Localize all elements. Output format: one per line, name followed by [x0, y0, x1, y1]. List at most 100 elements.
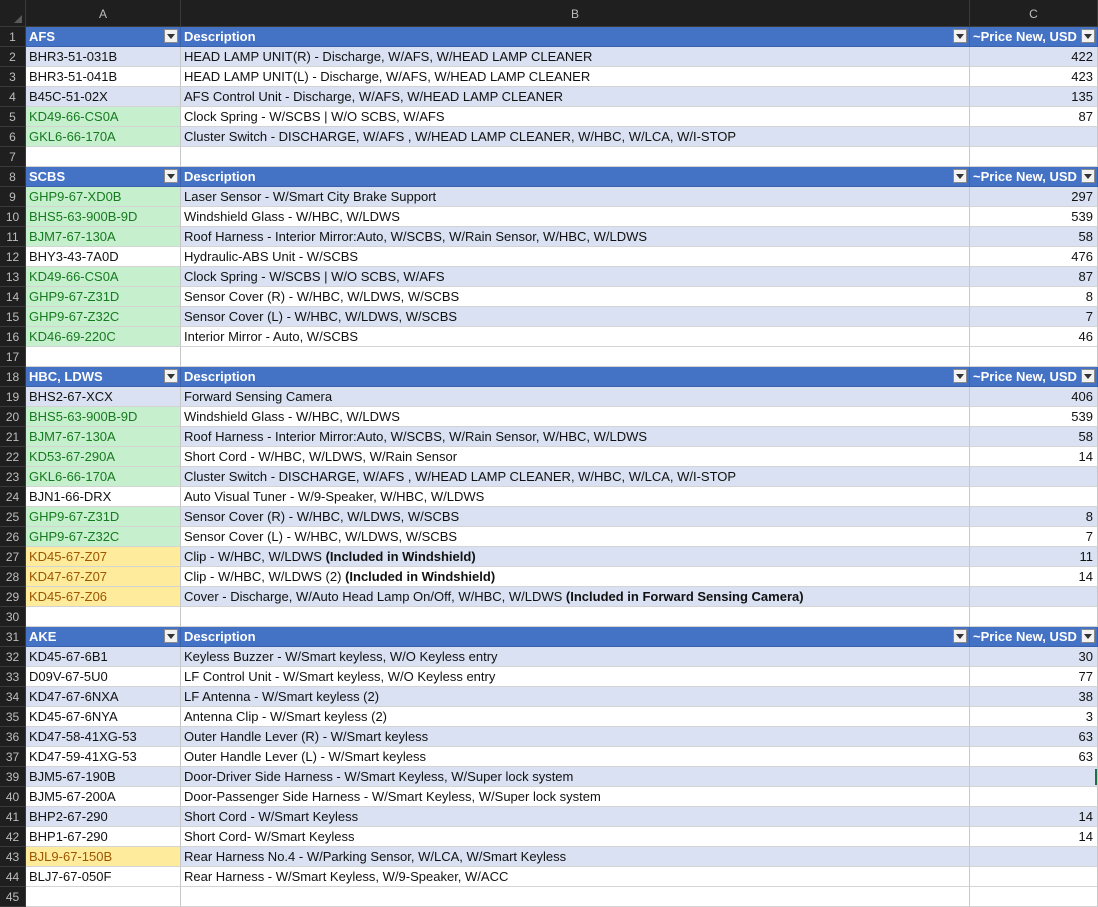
price-cell[interactable]: 3 — [970, 707, 1098, 727]
part-number-cell[interactable]: BJN1-66-DRX — [26, 487, 181, 507]
filter-dropdown-button[interactable] — [1081, 29, 1095, 43]
description-cell[interactable]: Clip - W/HBC, W/LDWS (2) (Included in Wi… — [181, 567, 970, 587]
row-number[interactable]: 39 — [0, 767, 26, 787]
description-header-cell[interactable]: Description — [181, 27, 970, 47]
price-cell[interactable]: 38 — [970, 687, 1098, 707]
row-number[interactable]: 19 — [0, 387, 26, 407]
description-cell[interactable]: AFS Control Unit - Discharge, W/AFS, W/H… — [181, 87, 970, 107]
description-cell[interactable]: Rear Harness No.4 - W/Parking Sensor, W/… — [181, 847, 970, 867]
row-number[interactable]: 45 — [0, 887, 26, 907]
row-number[interactable]: 1 — [0, 27, 26, 47]
row-number[interactable]: 31 — [0, 627, 26, 647]
row-number[interactable]: 15 — [0, 307, 26, 327]
row-number[interactable]: 28 — [0, 567, 26, 587]
part-number-cell[interactable]: BJM7-67-130A — [26, 227, 181, 247]
price-cell[interactable]: 63 — [970, 727, 1098, 747]
description-cell[interactable]: Interior Mirror - Auto, W/SCBS — [181, 327, 970, 347]
description-cell[interactable]: Clock Spring - W/SCBS | W/O SCBS, W/AFS — [181, 107, 970, 127]
description-cell[interactable]: Auto Visual Tuner - W/9-Speaker, W/HBC, … — [181, 487, 970, 507]
price-cell[interactable]: 11 — [970, 547, 1098, 567]
row-number[interactable]: 40 — [0, 787, 26, 807]
description-cell[interactable]: Laser Sensor - W/Smart City Brake Suppor… — [181, 187, 970, 207]
price-header-cell[interactable]: ~Price New, USD — [970, 27, 1098, 47]
description-cell[interactable]: Roof Harness - Interior Mirror:Auto, W/S… — [181, 427, 970, 447]
row-number[interactable]: 16 — [0, 327, 26, 347]
filter-dropdown-button[interactable] — [164, 169, 178, 183]
row-number[interactable]: 27 — [0, 547, 26, 567]
price-cell[interactable]: 476 — [970, 247, 1098, 267]
price-cell[interactable]: 14 — [970, 447, 1098, 467]
price-cell[interactable]: 423 — [970, 67, 1098, 87]
description-cell[interactable]: Door-Passenger Side Harness - W/Smart Ke… — [181, 787, 970, 807]
description-cell[interactable]: Cluster Switch - DISCHARGE, W/AFS , W/HE… — [181, 127, 970, 147]
price-cell[interactable]: 14 — [970, 827, 1098, 847]
description-cell[interactable]: LF Antenna - W/Smart keyless (2) — [181, 687, 970, 707]
price-cell[interactable] — [970, 347, 1098, 367]
description-header-cell[interactable]: Description — [181, 627, 970, 647]
part-number-cell[interactable]: GHP9-67-Z31D — [26, 507, 181, 527]
row-number[interactable]: 34 — [0, 687, 26, 707]
row-number[interactable]: 35 — [0, 707, 26, 727]
part-number-cell[interactable]: BJM5-67-190B — [26, 767, 181, 787]
price-cell[interactable] — [970, 767, 1098, 787]
part-number-cell[interactable]: BJL9-67-150B — [26, 847, 181, 867]
description-cell[interactable]: Windshield Glass - W/HBC, W/LDWS — [181, 407, 970, 427]
filter-dropdown-button[interactable] — [1081, 369, 1095, 383]
part-number-cell[interactable]: KD46-69-220C — [26, 327, 181, 347]
part-number-cell[interactable]: BJM5-67-200A — [26, 787, 181, 807]
row-number[interactable]: 11 — [0, 227, 26, 247]
part-number-cell[interactable]: KD47-59-41XG-53 — [26, 747, 181, 767]
price-header-cell[interactable]: ~Price New, USD — [970, 167, 1098, 187]
row-number[interactable]: 17 — [0, 347, 26, 367]
price-cell[interactable]: 422 — [970, 47, 1098, 67]
description-cell[interactable]: Forward Sensing Camera — [181, 387, 970, 407]
price-cell[interactable] — [970, 587, 1098, 607]
row-number[interactable]: 10 — [0, 207, 26, 227]
row-number[interactable]: 37 — [0, 747, 26, 767]
part-number-cell[interactable]: BHR3-51-031B — [26, 47, 181, 67]
filter-dropdown-button[interactable] — [164, 629, 178, 643]
description-cell[interactable]: Windshield Glass - W/HBC, W/LDWS — [181, 207, 970, 227]
price-cell[interactable]: 58 — [970, 227, 1098, 247]
part-number-cell[interactable]: BHS2-67-XCX — [26, 387, 181, 407]
description-cell[interactable]: Clock Spring - W/SCBS | W/O SCBS, W/AFS — [181, 267, 970, 287]
price-cell[interactable]: 87 — [970, 107, 1098, 127]
description-cell[interactable]: Cover - Discharge, W/Auto Head Lamp On/O… — [181, 587, 970, 607]
part-number-cell[interactable]: KD45-67-6B1 — [26, 647, 181, 667]
section-title-cell[interactable]: AKE — [26, 627, 181, 647]
row-number[interactable]: 12 — [0, 247, 26, 267]
row-number[interactable]: 32 — [0, 647, 26, 667]
description-cell[interactable]: Short Cord - W/Smart Keyless — [181, 807, 970, 827]
price-cell[interactable]: 7 — [970, 527, 1098, 547]
row-number[interactable]: 13 — [0, 267, 26, 287]
part-number-cell[interactable]: KD47-67-6NXA — [26, 687, 181, 707]
price-cell[interactable]: 7 — [970, 307, 1098, 327]
price-cell[interactable] — [970, 467, 1098, 487]
filter-dropdown-button[interactable] — [1081, 629, 1095, 643]
row-number[interactable]: 7 — [0, 147, 26, 167]
filter-dropdown-button[interactable] — [953, 29, 967, 43]
row-number[interactable]: 20 — [0, 407, 26, 427]
part-number-cell[interactable] — [26, 887, 181, 907]
row-number[interactable]: 33 — [0, 667, 26, 687]
price-cell[interactable] — [970, 787, 1098, 807]
price-cell[interactable] — [970, 887, 1098, 907]
part-number-cell[interactable]: B45C-51-02X — [26, 87, 181, 107]
price-cell[interactable]: 406 — [970, 387, 1098, 407]
price-cell[interactable]: 63 — [970, 747, 1098, 767]
price-cell[interactable] — [970, 487, 1098, 507]
select-all-corner[interactable] — [0, 0, 26, 27]
price-header-cell[interactable]: ~Price New, USD — [970, 627, 1098, 647]
row-number[interactable]: 26 — [0, 527, 26, 547]
description-cell[interactable]: Clip - W/HBC, W/LDWS (Included in Windsh… — [181, 547, 970, 567]
price-cell[interactable]: 87 — [970, 267, 1098, 287]
description-cell[interactable] — [181, 607, 970, 627]
part-number-cell[interactable]: GHP9-67-XD0B — [26, 187, 181, 207]
price-cell[interactable]: 14 — [970, 567, 1098, 587]
part-number-cell[interactable]: BHY3-43-7A0D — [26, 247, 181, 267]
price-cell[interactable]: 30 — [970, 647, 1098, 667]
part-number-cell[interactable]: D09V-67-5U0 — [26, 667, 181, 687]
row-number[interactable]: 6 — [0, 127, 26, 147]
row-number[interactable]: 2 — [0, 47, 26, 67]
price-cell[interactable] — [970, 127, 1098, 147]
